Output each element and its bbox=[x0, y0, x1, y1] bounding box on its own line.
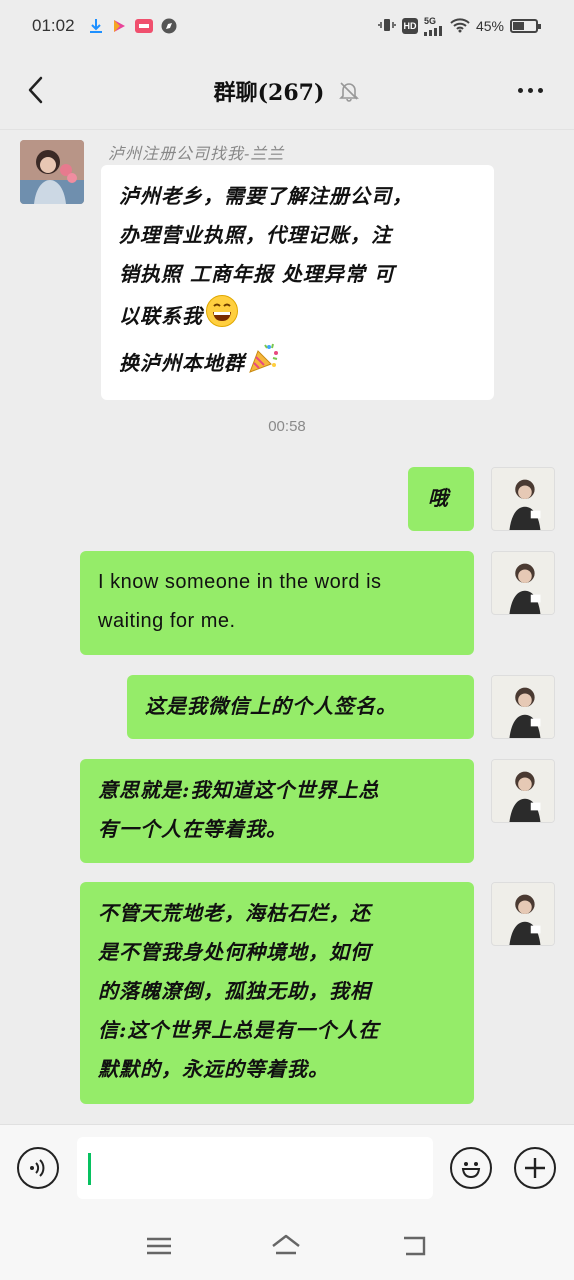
message-line: 以联系我 bbox=[119, 304, 203, 328]
message-line: 哦 bbox=[428, 486, 449, 510]
message-line: 信:这个世界上总是有一个人在 bbox=[98, 1018, 380, 1042]
video-app-icon bbox=[111, 18, 127, 34]
message-line: 办理营业执照，代理记账，注 bbox=[119, 223, 392, 247]
message-bubble-outgoing[interactable]: 意思就是:我知道这个世界上总 有一个人在等着我。 bbox=[80, 759, 474, 863]
message-line: 意思就是:我知道这个世界上总 bbox=[98, 778, 380, 802]
message-line: 不管天荒地老，海枯石烂，还 bbox=[98, 901, 371, 925]
self-avatar[interactable] bbox=[491, 882, 555, 946]
message-line: 默默的，永远的等着我。 bbox=[98, 1057, 329, 1081]
system-nav-bar bbox=[0, 1212, 574, 1280]
back-chevron-icon bbox=[28, 76, 43, 104]
hd-icon: HD bbox=[401, 18, 418, 34]
vibrate-icon bbox=[378, 17, 396, 36]
status-time: 01:02 bbox=[32, 16, 75, 35]
message-bubble-outgoing[interactable]: I know someone in the word is waiting fo… bbox=[80, 551, 474, 655]
party-popper-emoji-icon bbox=[247, 341, 281, 388]
network-label: 5G bbox=[423, 15, 436, 26]
grin-emoji-icon bbox=[205, 294, 239, 341]
sender-name: 泸州注册公司找我-兰兰 bbox=[108, 144, 285, 163]
self-avatar[interactable] bbox=[491, 675, 555, 739]
input-bar bbox=[0, 1124, 574, 1212]
sender-avatar[interactable] bbox=[20, 140, 84, 204]
home-icon bbox=[272, 1234, 300, 1255]
emoji-icon bbox=[461, 1162, 481, 1179]
battery-icon bbox=[510, 19, 541, 33]
message-line: I know someone in the word is bbox=[98, 571, 382, 593]
message-line: 是不管我身处何种境地，如何 bbox=[98, 940, 371, 964]
message-line: 销执照 工商年报 处理异常 可 bbox=[119, 262, 395, 286]
message-bubble-outgoing[interactable]: 这是我微信上的个人签名。 bbox=[127, 675, 474, 739]
message-line-with-emoji: 以联系我 bbox=[119, 294, 476, 341]
voice-icon bbox=[30, 1159, 45, 1177]
chat-header: 群聊(267) bbox=[0, 52, 574, 130]
compass-app-icon bbox=[161, 18, 177, 34]
message-line: 的落魄潦倒，孤独无助，我相 bbox=[98, 979, 371, 1003]
message-input[interactable] bbox=[77, 1137, 433, 1199]
message-line: waiting for me. bbox=[98, 610, 236, 632]
message-line: 这是我微信上的个人签名。 bbox=[145, 694, 397, 718]
message-bubble-outgoing[interactable]: 不管天荒地老，海枯石烂，还 是不管我身处何种境地，如何 的落魄潦倒，孤独无助，我… bbox=[80, 882, 474, 1104]
message-line: 换泸州本地群 bbox=[119, 351, 245, 375]
timestamp: 00:58 bbox=[268, 418, 306, 435]
message-line: 泸州老乡，需要了解注册公司， bbox=[119, 184, 413, 208]
message-bubble-outgoing[interactable]: 哦 bbox=[408, 467, 474, 531]
message-list[interactable]: 泸州注册公司找我-兰兰 泸州老乡，需要了解注册公司， 办理营业执照，代理记账，注… bbox=[0, 131, 574, 1123]
message-bubble-incoming[interactable]: 泸州老乡，需要了解注册公司， 办理营业执照，代理记账，注 销执照 工商年报 处理… bbox=[101, 165, 494, 400]
text-cursor bbox=[88, 1153, 91, 1185]
voice-button[interactable] bbox=[17, 1147, 59, 1189]
more-functions-button[interactable] bbox=[514, 1147, 556, 1189]
status-bar: 01:02 HD 5G 45% bbox=[0, 0, 574, 52]
shopping-app-icon bbox=[134, 18, 153, 34]
recent-apps-button[interactable] bbox=[143, 1230, 175, 1262]
self-avatar[interactable] bbox=[491, 551, 555, 615]
back-button[interactable] bbox=[16, 70, 56, 110]
hd-label: HD bbox=[403, 21, 417, 31]
status-right: HD 5G 45% bbox=[378, 0, 541, 52]
mute-bell-icon bbox=[338, 80, 360, 102]
plus-icon bbox=[525, 1158, 545, 1178]
home-button[interactable] bbox=[270, 1230, 302, 1262]
self-avatar[interactable] bbox=[491, 467, 555, 531]
back-system-button[interactable] bbox=[398, 1230, 430, 1262]
menu-lines-icon bbox=[147, 1237, 171, 1255]
chat-title: 群聊(267) bbox=[213, 79, 325, 106]
message-line: 有一个人在等着我。 bbox=[98, 817, 287, 841]
battery-label: 45% bbox=[475, 18, 504, 34]
message-line-with-emoji: 换泸州本地群 bbox=[119, 341, 476, 388]
download-icon bbox=[89, 18, 103, 34]
more-button[interactable] bbox=[510, 70, 550, 110]
more-dots-icon bbox=[517, 87, 523, 93]
emoji-button[interactable] bbox=[450, 1147, 492, 1189]
wifi-icon bbox=[450, 17, 470, 36]
self-avatar[interactable] bbox=[491, 759, 555, 823]
return-icon bbox=[404, 1236, 426, 1256]
signal-icon: 5G bbox=[423, 15, 444, 36]
